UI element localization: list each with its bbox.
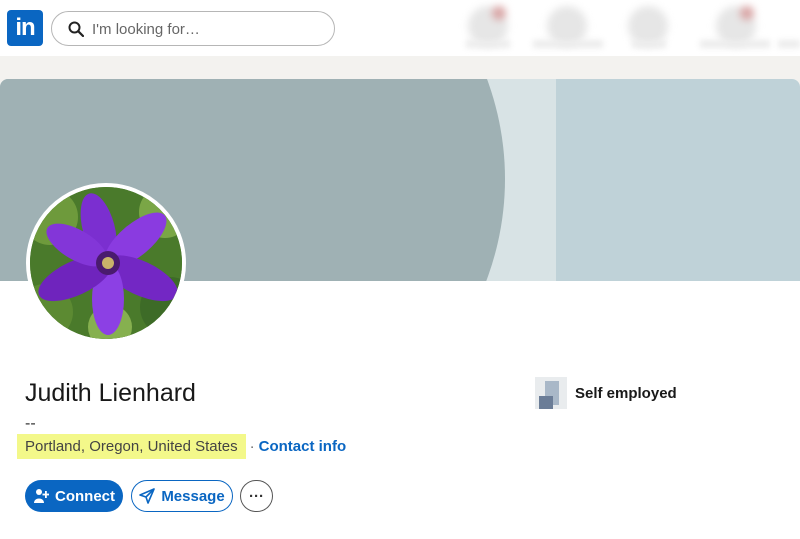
contact-info-link[interactable]: Contact info	[259, 438, 347, 455]
company-name: Self employed	[575, 384, 677, 402]
nav-notifications-label	[778, 40, 800, 48]
profile-headline: --	[25, 415, 36, 432]
message-button[interactable]: Message	[131, 480, 233, 512]
profile-location: Portland, Oregon, United States	[17, 434, 246, 459]
connect-button[interactable]: Connect	[25, 480, 123, 512]
send-icon	[139, 488, 156, 504]
search-input[interactable]	[92, 19, 322, 39]
message-label: Message	[161, 487, 225, 505]
more-icon: ···	[249, 487, 264, 505]
flower-photo	[30, 187, 182, 339]
add-person-icon	[33, 488, 49, 504]
profile-photo[interactable]	[26, 183, 186, 343]
global-nav: in	[0, 0, 800, 56]
nav-home-label	[466, 40, 510, 48]
location-row: Portland, Oregon, United States · Contac…	[17, 433, 346, 460]
nav-jobs-label	[632, 40, 666, 48]
current-company[interactable]: Self employed	[535, 377, 677, 409]
profile-name: Judith Lienhard	[25, 379, 196, 407]
nav-messaging-label	[700, 40, 770, 48]
search-bar[interactable]	[51, 11, 335, 46]
more-actions-button[interactable]: ···	[240, 480, 273, 512]
profile-card: Judith Lienhard -- Portland, Oregon, Uni…	[0, 79, 800, 539]
search-icon	[68, 21, 84, 37]
connect-label: Connect	[55, 487, 115, 505]
linkedin-logo[interactable]: in	[7, 10, 43, 46]
separator-dot: ·	[249, 438, 255, 455]
company-logo-icon	[535, 377, 567, 409]
nav-network-label	[533, 40, 603, 48]
